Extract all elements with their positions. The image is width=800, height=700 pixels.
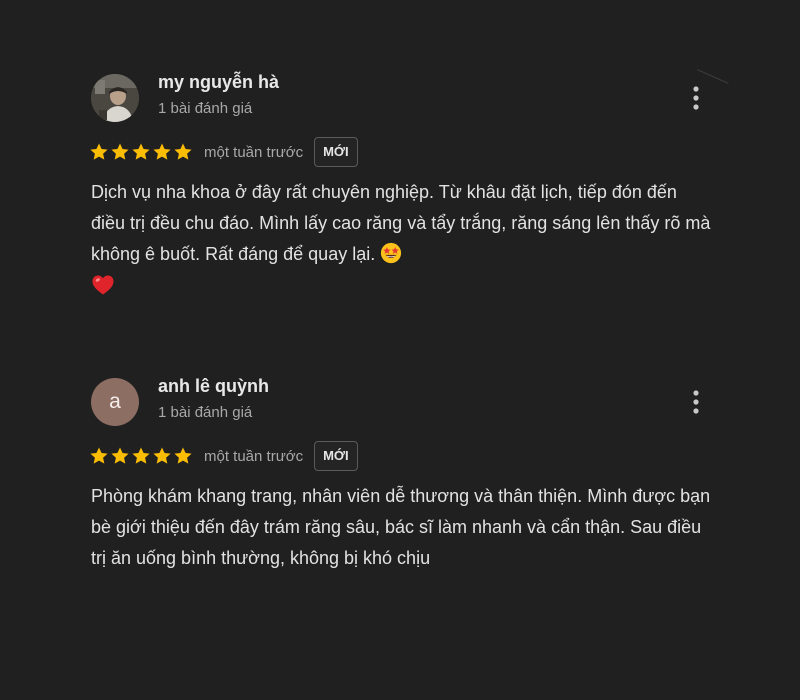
more-vert-icon [693,390,699,414]
star-rating [89,142,193,162]
rating-row: một tuần trước MỚI [89,136,358,168]
star-icon [174,447,192,464]
decorative-divider [697,52,736,84]
reviews-page: my nguyễn hà 1 bài đánh giá một tuần trư… [0,0,800,700]
author-name[interactable]: anh lê quỳnh [158,376,269,397]
rating-row: một tuần trước MỚI [89,440,358,472]
author-name[interactable]: my nguyễn hà [158,72,279,93]
avatar[interactable] [91,74,139,122]
avatar-photo-icon [91,74,139,122]
star-icon [90,143,108,160]
review-count: 1 bài đánh giá [158,404,253,421]
review-count: 1 bài đánh giá [158,100,253,117]
star-icon [132,447,150,464]
more-options-button[interactable] [683,388,709,416]
star-icon [132,143,150,160]
star-rating [89,446,193,466]
new-badge: MỚI [314,137,358,167]
star-icon [90,447,108,464]
red-heart-icon [92,275,114,295]
review-text: Phòng khám khang trang, nhân viên dễ thư… [91,481,711,574]
review-text: Dịch vụ nha khoa ở đây rất chuyên nghiệp… [91,177,711,296]
star-icon [153,143,171,160]
star-icon [111,143,129,160]
review-body: Phòng khám khang trang, nhân viên dễ thư… [91,486,711,568]
new-badge: MỚI [314,441,358,471]
star-icon [174,143,192,160]
review-time: một tuần trước [204,143,304,161]
more-vert-icon [693,86,699,110]
more-options-button[interactable] [683,84,709,112]
star-icon [111,447,129,464]
star-struck-emoji-icon [381,242,402,264]
review-time: một tuần trước [204,447,304,465]
star-icon [153,447,171,464]
avatar[interactable]: a [91,378,139,426]
